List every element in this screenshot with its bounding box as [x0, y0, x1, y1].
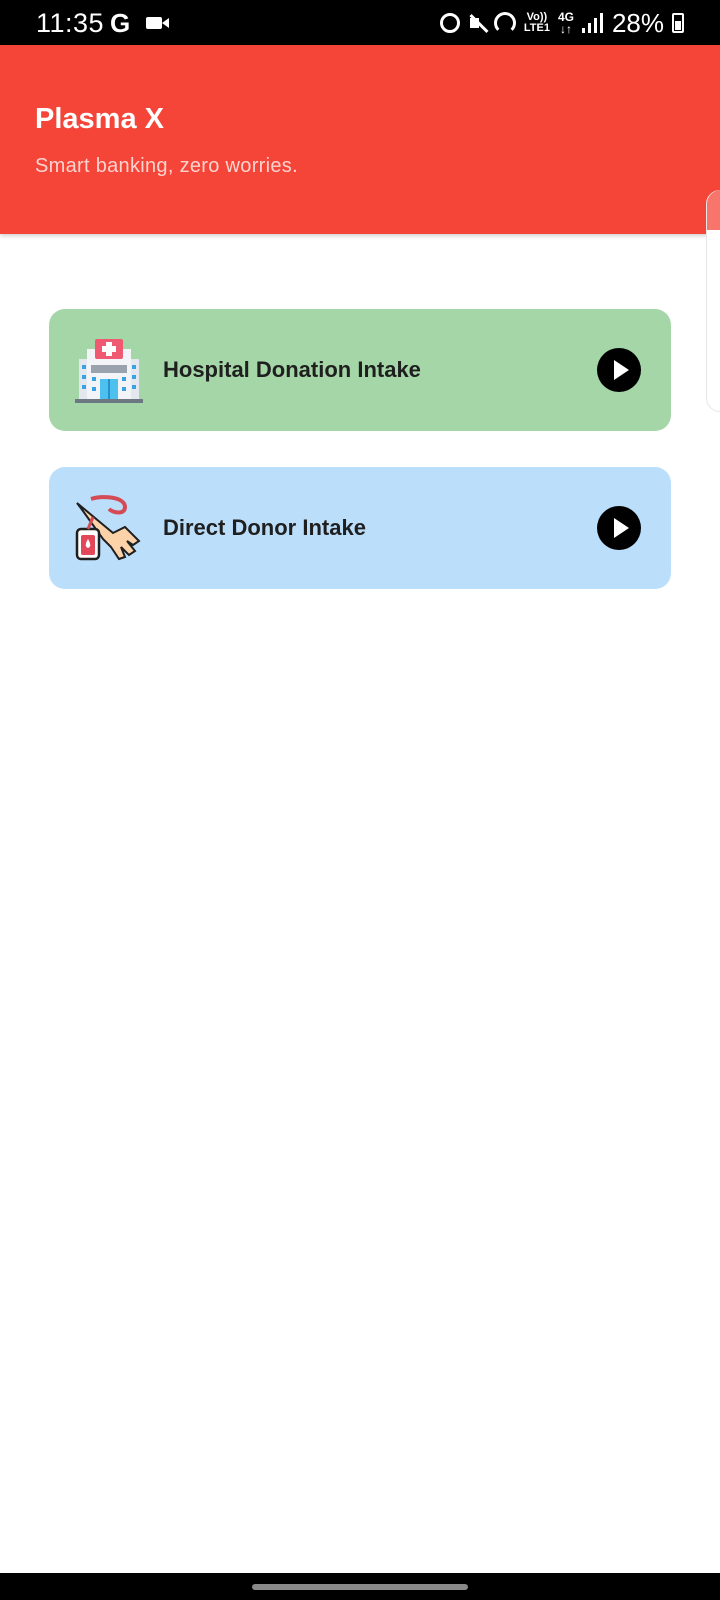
home-gesture-handle[interactable]: [252, 1584, 468, 1590]
hospital-icon: [73, 335, 145, 407]
blood-donation-icon: [73, 493, 145, 565]
google-icon: G: [110, 8, 131, 38]
signal-icon: [581, 13, 604, 33]
app-header: Plasma X Smart banking, zero worries.: [0, 45, 720, 234]
status-bar: 11:35 G Vo)) LTE1 4G ↓↑ 28%: [0, 0, 720, 45]
app-subtitle: Smart banking, zero worries.: [35, 155, 298, 177]
hotspot-icon: [493, 12, 516, 34]
mute-icon: [468, 14, 486, 32]
direct-donor-intake-label: Direct Donor Intake: [163, 515, 366, 540]
volte-icon: Vo)) LTE1: [524, 12, 550, 34]
direct-donor-intake-card[interactable]: Direct Donor Intake: [49, 467, 671, 589]
data-type-icon: 4G ↓↑: [558, 11, 574, 35]
app-title: Plasma X: [35, 103, 164, 135]
lte-label: LTE1: [523, 22, 550, 34]
data-arrows-icon: ↓↑: [559, 22, 572, 36]
battery-percent: 28%: [611, 7, 664, 38]
navigation-bar: [0, 1573, 720, 1600]
video-camera-icon: [146, 17, 169, 29]
play-icon[interactable]: [597, 506, 641, 550]
play-icon[interactable]: [597, 348, 641, 392]
battery-charging-icon: [672, 13, 684, 33]
alarm-icon: [439, 13, 460, 33]
edge-panel-tab[interactable]: [707, 190, 720, 230]
hospital-donation-intake-label: Hospital Donation Intake: [163, 357, 421, 382]
status-icons: Vo)) LTE1 4G ↓↑ 28%: [439, 6, 684, 40]
hospital-donation-intake-card[interactable]: Hospital Donation Intake: [49, 309, 671, 431]
status-time: 11:35: [36, 8, 105, 38]
